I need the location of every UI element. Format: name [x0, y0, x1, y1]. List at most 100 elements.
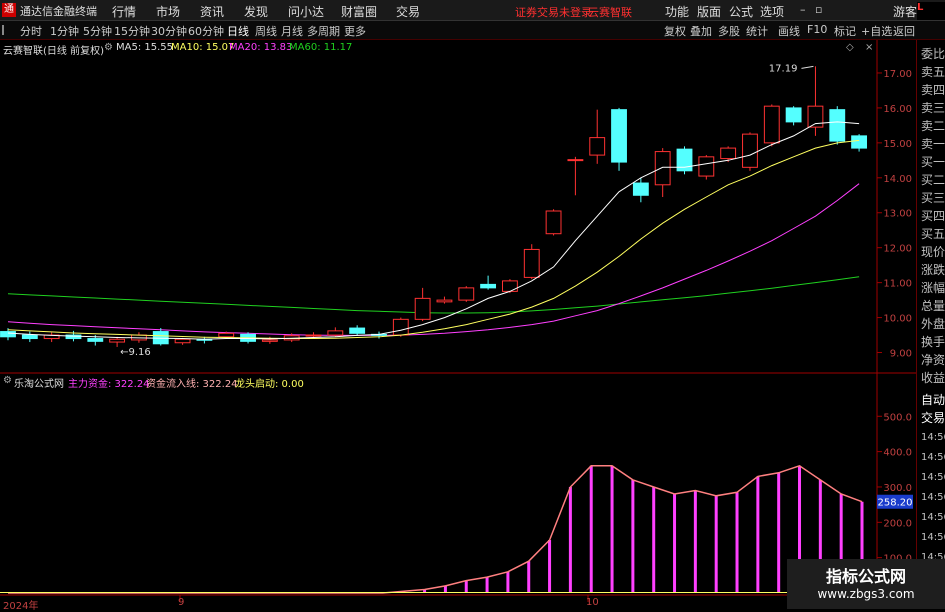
- side-panel-item: 总量: [921, 299, 945, 313]
- legend-flow-line: 资金流入线: 322.24: [146, 379, 238, 390]
- menu-wealth[interactable]: 财富圈: [341, 3, 377, 20]
- side-panel-item: 卖三: [921, 101, 945, 115]
- y2-tick-label-1: 400.0: [883, 448, 912, 459]
- candle-up: [502, 280, 518, 292]
- tab-15min[interactable]: 15分钟: [114, 23, 150, 39]
- y2-tick-label-0: 500.0: [883, 412, 912, 423]
- candle-down: [349, 327, 366, 334]
- candle-up: [327, 330, 344, 336]
- quote-side-panel: L 委比 卖五 卖四 卖三 卖二 卖一 买一 买二 买三 买四 买五 现价 涨跌 涨幅 总量 外盘 换手 净资 收益…: [916, 2, 945, 609]
- btn-overlay[interactable]: 叠加: [690, 23, 712, 39]
- menu-options[interactable]: 选项: [760, 3, 784, 20]
- btn-stats[interactable]: 统计: [746, 23, 768, 39]
- tab-daily[interactable]: 日线: [227, 23, 249, 39]
- side-panel-item: 交易: [921, 411, 945, 425]
- candle-up: [698, 156, 715, 177]
- side-panel-item: 自动: [921, 393, 945, 407]
- side-panel-item: 卖二: [921, 119, 945, 133]
- menu-trade[interactable]: 交易: [396, 3, 420, 20]
- collapse-icon[interactable]: [2, 25, 12, 35]
- side-panel-item: 14:56: [921, 512, 945, 523]
- period-toolbar: 分时 1分钟 5分钟 15分钟 30分钟 60分钟 日线 周线 月线 多周期 更…: [0, 21, 945, 40]
- btn-draw[interactable]: 画线: [778, 23, 800, 39]
- btn-mark[interactable]: 标记: [834, 23, 856, 39]
- legend-ma10: MA10: 15.07: [171, 42, 235, 53]
- window-controls: – ▫: [800, 3, 822, 16]
- login-notice[interactable]: 证券交易未登录: [515, 4, 592, 20]
- candle-down: [632, 182, 649, 196]
- diamond-icon[interactable]: ◇: [846, 42, 854, 53]
- minimize-icon[interactable]: –: [800, 3, 806, 16]
- side-panel-item: 卖五: [921, 65, 945, 79]
- side-panel-item: 收益: [921, 371, 945, 385]
- legend-dragon: 龙头启动: 0.00: [235, 379, 304, 390]
- side-panel-item: 卖一: [921, 137, 945, 151]
- side-panel-item: 换手: [921, 335, 945, 349]
- legend-stock-name: 云赛智联(日线 前复权): [3, 46, 104, 57]
- menu-discover[interactable]: 发现: [244, 3, 268, 20]
- tab-monthly[interactable]: 月线: [281, 23, 303, 39]
- candle-down: [829, 109, 846, 142]
- tab-1min[interactable]: 1分钟: [50, 23, 79, 39]
- side-panel-item: 14:56: [921, 492, 945, 503]
- close-icon[interactable]: ×: [865, 42, 873, 53]
- menu-ask[interactable]: 问小达: [288, 3, 324, 20]
- x-label-2024: 2024年: [3, 601, 39, 612]
- side-panel-item: 涨跌: [921, 263, 945, 277]
- tab-more[interactable]: 更多: [344, 23, 366, 39]
- tab-30min[interactable]: 30分钟: [151, 23, 187, 39]
- menu-market[interactable]: 市场: [156, 3, 180, 20]
- side-panel-item: 14:56: [921, 472, 945, 483]
- menu-layout[interactable]: 版面: [697, 3, 721, 20]
- legend-ma60: MA60: 11.17: [289, 42, 353, 53]
- y-tick-label-0: 17.00: [883, 69, 912, 80]
- y-tick-label-6: 11.00: [883, 279, 912, 290]
- gear-icon-lower[interactable]: ⚙: [3, 375, 12, 386]
- btn-adjust[interactable]: 复权: [664, 23, 686, 39]
- tab-60min[interactable]: 60分钟: [188, 23, 224, 39]
- y2-tick-label-3: 200.0: [883, 518, 912, 529]
- menu-formula[interactable]: 公式: [729, 3, 753, 20]
- candle-up: [742, 133, 758, 168]
- tab-5min[interactable]: 5分钟: [83, 23, 112, 39]
- menu-quote[interactable]: 行情: [112, 3, 136, 20]
- candle-up: [436, 299, 453, 303]
- candle-down: [480, 283, 497, 289]
- side-panel-item: 买五: [921, 227, 945, 241]
- gear-icon[interactable]: ⚙: [104, 42, 113, 53]
- side-panel-item: 14:56: [921, 532, 945, 543]
- candle-down: [851, 135, 868, 149]
- candle-up: [218, 332, 235, 338]
- level-badge: L: [917, 2, 945, 20]
- candle-down: [611, 109, 627, 163]
- candle-down: [785, 107, 802, 123]
- candle-up: [109, 338, 126, 343]
- candle-up: [261, 339, 278, 342]
- btn-back[interactable]: 返回: [893, 23, 915, 39]
- side-panel-item: 涨幅: [921, 281, 945, 295]
- restore-icon[interactable]: ▫: [815, 3, 822, 16]
- btn-multistock[interactable]: 多股: [718, 23, 740, 39]
- menu-function[interactable]: 功能: [665, 3, 689, 20]
- menu-news[interactable]: 资讯: [200, 3, 224, 20]
- side-panel-item: 外盘: [921, 317, 945, 331]
- candle-up: [654, 151, 671, 186]
- high-price-label: 17.19: [769, 63, 798, 74]
- kline-chart[interactable]: 17.00 16.00 15.00 14.00 13.00 12.00 11.00 10.00…: [0, 40, 916, 609]
- candle-down: [21, 334, 38, 340]
- tab-intraday[interactable]: 分时: [20, 23, 42, 39]
- btn-add-watch[interactable]: +自选: [861, 23, 892, 39]
- candle-up: [305, 334, 322, 337]
- btn-f10[interactable]: F10: [807, 23, 827, 36]
- tab-multi-period[interactable]: 多周期: [307, 23, 340, 39]
- y-tick-label-8: 9.00: [890, 349, 912, 360]
- side-panel-item: 委比: [921, 47, 945, 61]
- candle-down: [87, 338, 104, 342]
- candle-up: [545, 210, 562, 235]
- side-panel-item: 买一: [921, 155, 945, 169]
- y-tick-label-5: 12.00: [883, 244, 912, 255]
- candle-up: [523, 248, 540, 278]
- guest-label[interactable]: 游客: [893, 3, 917, 20]
- y-tick-label-1: 16.00: [883, 104, 912, 115]
- tab-weekly[interactable]: 周线: [255, 23, 277, 39]
